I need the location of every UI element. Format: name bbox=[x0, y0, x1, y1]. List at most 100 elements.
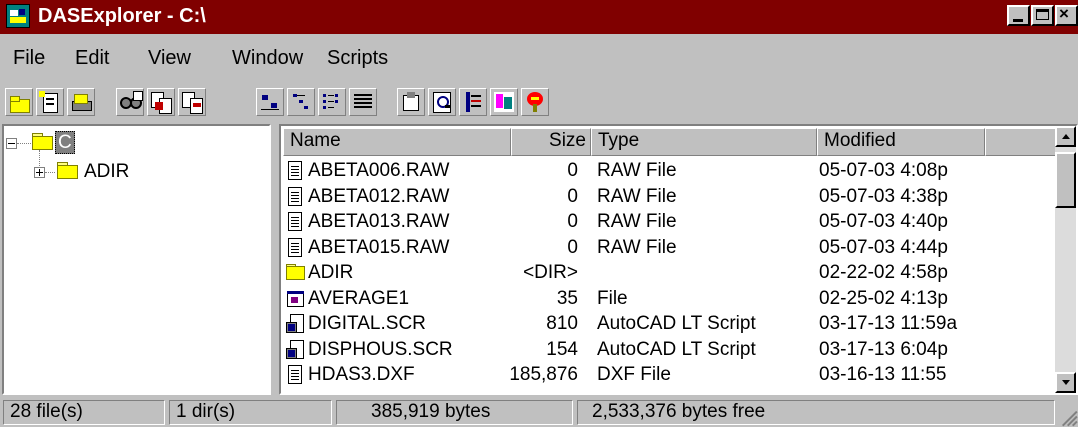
scroll-down-button[interactable] bbox=[1055, 372, 1076, 393]
file-type: RAW File bbox=[597, 160, 677, 181]
file-type: DXF File bbox=[597, 364, 671, 385]
file-name: DISPHOUS.SCR bbox=[308, 338, 453, 360]
column-header-size[interactable]: Size bbox=[511, 128, 591, 156]
table-row[interactable]: DIGITAL.SCR 810 AutoCAD LT Script 03-17-13 … bbox=[283, 311, 1057, 336]
document-icon bbox=[286, 211, 304, 232]
new-folder-button[interactable] bbox=[5, 88, 33, 116]
file-name: ABETA013.RAW bbox=[308, 211, 450, 232]
column-header-type[interactable]: Type bbox=[591, 128, 817, 156]
maximize-button[interactable] bbox=[1031, 5, 1054, 26]
details-view-button[interactable] bbox=[349, 88, 377, 116]
arrow-down-icon bbox=[1062, 380, 1070, 385]
file-modified: 05-07-03 4:44p bbox=[819, 236, 948, 258]
file-name: ABETA015.RAW bbox=[308, 236, 450, 258]
file-type: File bbox=[597, 287, 628, 309]
copy-button[interactable] bbox=[147, 88, 175, 116]
minimize-button[interactable] bbox=[1007, 5, 1030, 26]
toolbar bbox=[0, 84, 1078, 120]
settings-button[interactable] bbox=[490, 88, 518, 116]
table-row[interactable]: ABETA015.RAW 0 RAW File 05-07-03 4:44p bbox=[283, 235, 1057, 260]
file-type: RAW File bbox=[597, 236, 677, 258]
file-list[interactable]: Name Size Type Modified ABETA006.RAW 0 RAW… bbox=[279, 124, 1078, 395]
status-bar: 28 file(s) 1 dir(s) 385,919 bytes 2,533,… bbox=[0, 398, 1078, 427]
menu-file[interactable]: File bbox=[13, 46, 45, 70]
book-button[interactable] bbox=[459, 88, 487, 116]
file-modified: 03-17-13 6:04p bbox=[819, 338, 948, 360]
about-button[interactable] bbox=[397, 88, 425, 116]
file-size: 0 bbox=[567, 236, 578, 258]
table-row[interactable]: DISPHOUS.SCR 154 AutoCAD LT Script 03-17-13… bbox=[283, 337, 1057, 362]
folder-tree[interactable]: C ADIR bbox=[2, 124, 271, 395]
menu-bar: File Edit View Window Scripts bbox=[0, 38, 1078, 74]
expand-icon[interactable] bbox=[34, 167, 45, 178]
file-type: AutoCAD LT Script bbox=[597, 338, 756, 360]
file-size: 0 bbox=[567, 185, 578, 207]
table-row[interactable]: ADIR <DIR> 02-22-02 4:58p bbox=[283, 260, 1057, 285]
scroll-up-button[interactable] bbox=[1055, 126, 1076, 147]
status-dir-count: 1 dir(s) bbox=[169, 400, 332, 425]
table-row[interactable]: HDAS3.DXF 185,876 DXF File 03-16-13 11:55 bbox=[283, 362, 1057, 387]
table-row[interactable]: ABETA006.RAW 0 RAW File 05-07-03 4:08p bbox=[283, 158, 1057, 183]
collapse-icon[interactable] bbox=[6, 138, 17, 149]
menu-view[interactable]: View bbox=[148, 46, 191, 70]
file-name: HDAS3.DXF bbox=[308, 364, 415, 385]
table-row[interactable]: ABETA013.RAW 0 RAW File 05-07-03 4:40p bbox=[283, 209, 1057, 234]
find-button[interactable] bbox=[116, 88, 144, 116]
tree-item-adir[interactable]: ADIR bbox=[84, 160, 129, 184]
column-header-modified[interactable]: Modified bbox=[817, 128, 985, 156]
file-size: 154 bbox=[546, 338, 578, 360]
move-button[interactable] bbox=[178, 88, 206, 116]
document-icon bbox=[286, 364, 304, 385]
properties-button[interactable] bbox=[36, 88, 64, 116]
program-icon bbox=[286, 288, 304, 309]
resize-grip-icon[interactable] bbox=[1060, 409, 1078, 427]
file-size: 0 bbox=[567, 211, 578, 232]
file-modified: 03-17-13 11:59a bbox=[819, 313, 958, 334]
file-type: RAW File bbox=[597, 211, 677, 232]
file-type: AutoCAD LT Script bbox=[597, 313, 756, 334]
list-view-button[interactable] bbox=[318, 88, 346, 116]
window-title: DASExplorer - C:\ bbox=[38, 5, 206, 27]
scroll-thumb[interactable] bbox=[1055, 152, 1076, 208]
minimize-icon bbox=[1013, 19, 1023, 22]
table-row[interactable]: ABETA012.RAW 0 RAW File 05-07-03 4:38p bbox=[283, 184, 1057, 209]
large-icons-view-button[interactable] bbox=[256, 88, 284, 116]
document-icon bbox=[286, 160, 304, 181]
file-name: DIGITAL.SCR bbox=[308, 313, 426, 334]
file-name: ADIR bbox=[308, 262, 354, 283]
menu-scripts[interactable]: Scripts bbox=[327, 46, 388, 70]
file-size: 810 bbox=[546, 313, 578, 334]
file-modified: 05-07-03 4:38p bbox=[819, 185, 948, 207]
file-name: ABETA006.RAW bbox=[308, 160, 450, 181]
drive-button[interactable] bbox=[67, 88, 95, 116]
status-file-count: 28 file(s) bbox=[3, 400, 165, 425]
column-header-name[interactable]: Name bbox=[283, 128, 511, 156]
title-bar[interactable]: DASExplorer - C:\ × bbox=[0, 0, 1078, 34]
file-modified: 05-07-03 4:08p bbox=[819, 160, 948, 181]
column-header-blank bbox=[985, 128, 1057, 156]
small-icons-view-button[interactable] bbox=[287, 88, 315, 116]
script-run-button[interactable] bbox=[521, 88, 549, 116]
file-modified: 02-22-02 4:58p bbox=[819, 262, 948, 283]
zoom-button[interactable] bbox=[428, 88, 456, 116]
menu-window[interactable]: Window bbox=[232, 46, 303, 70]
file-size: 185,876 bbox=[509, 364, 578, 385]
vertical-scrollbar[interactable] bbox=[1055, 126, 1076, 393]
maximize-icon bbox=[1036, 9, 1049, 20]
table-row[interactable]: AVERAGE1 35 File 02-25-02 4:13p bbox=[283, 286, 1057, 311]
file-type: RAW File bbox=[597, 185, 677, 207]
status-free-space: 2,533,376 bytes free bbox=[577, 400, 1055, 425]
file-size: <DIR> bbox=[523, 262, 578, 283]
menu-edit[interactable]: Edit bbox=[75, 46, 109, 70]
script-icon bbox=[286, 339, 304, 360]
document-icon bbox=[286, 237, 304, 258]
app-icon[interactable] bbox=[6, 4, 30, 28]
document-icon bbox=[286, 186, 304, 207]
arrow-up-icon bbox=[1062, 134, 1070, 139]
file-size: 0 bbox=[567, 160, 578, 181]
tree-root-label[interactable]: C bbox=[55, 131, 75, 154]
file-modified: 05-07-03 4:40p bbox=[819, 211, 948, 232]
close-button[interactable]: × bbox=[1055, 4, 1078, 26]
script-icon bbox=[286, 313, 304, 334]
folder-icon bbox=[286, 262, 305, 283]
